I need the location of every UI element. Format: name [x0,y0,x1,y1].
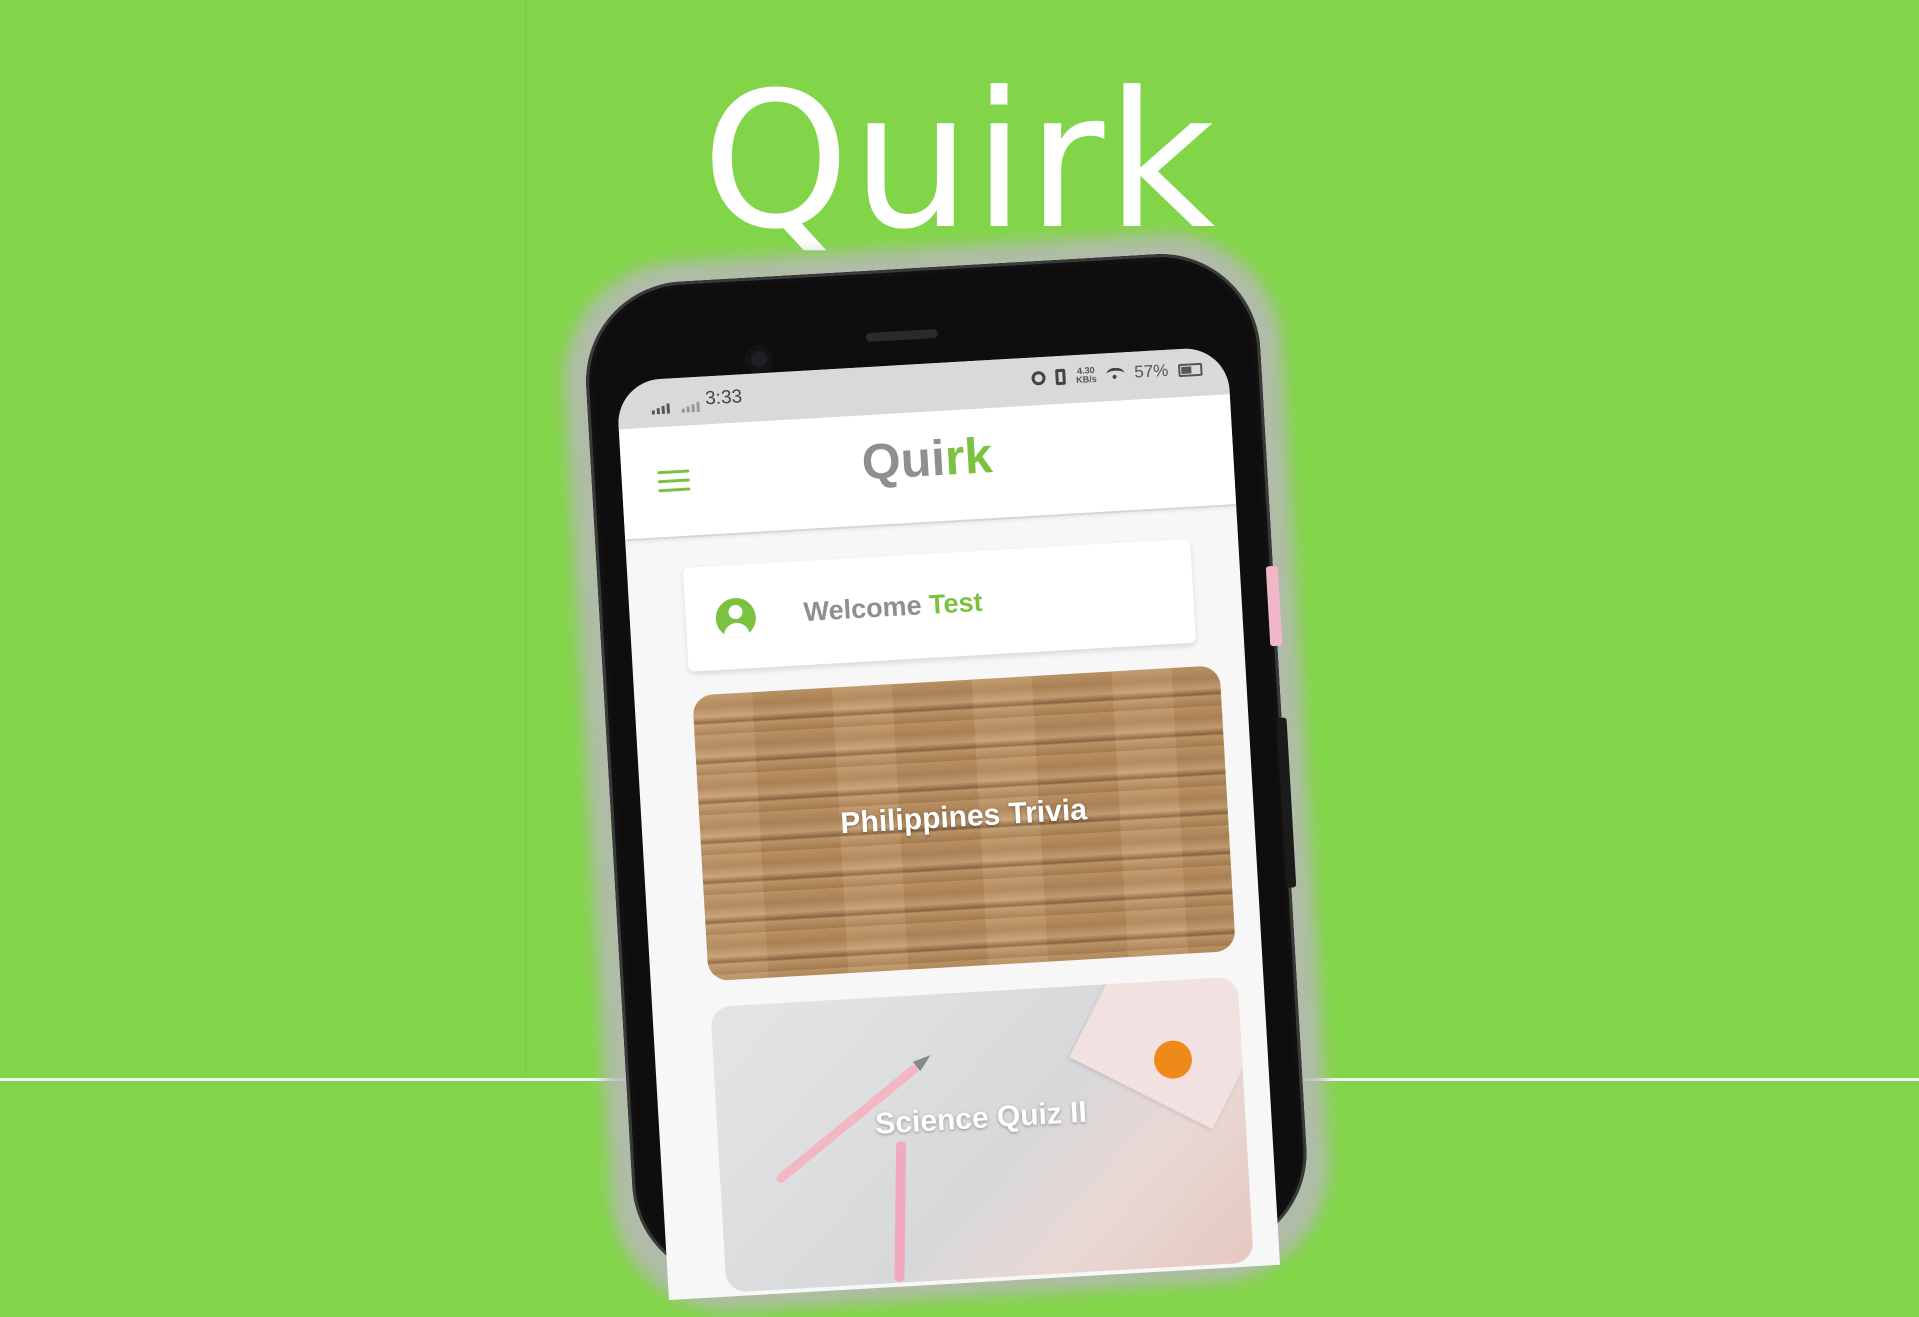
battery-icon [1177,362,1203,377]
hero-title: Quirk [701,52,1218,271]
vibrate-icon [1055,368,1067,386]
status-time: 3:33 [704,386,743,410]
battery-percent: 57% [1133,360,1169,382]
network-speed: 4.30 KB/s [1075,365,1097,386]
earpiece-speaker [865,328,939,343]
alarm-icon [1031,370,1047,386]
front-camera [744,344,774,375]
quiz-card-philippines-trivia[interactable]: Philippines Trivia [692,665,1236,982]
quiz-card-science-quiz-ii[interactable]: Science Quiz II [710,976,1254,1293]
network-speed-unit: KB/s [1075,373,1097,386]
status-icons: 4.30 KB/s 57% [1031,359,1203,389]
quiz-card-title: Science Quiz II [874,1095,1088,1141]
signal-icon [681,401,700,413]
app-logo-part1: Qui [860,429,947,491]
app-logo-part2: rk [943,427,994,486]
quiz-card-title: Philippines Trivia [839,793,1088,841]
pencil-image [894,1141,907,1282]
welcome-user-name: Test [928,586,984,620]
phone-screen: 3:33 4.30 KB/s 57% Quirk Welcome Test Ph… [616,346,1280,1301]
welcome-card: Welcome Test [682,538,1197,672]
user-avatar-icon[interactable] [714,596,757,640]
phone-frame: 3:33 4.30 KB/s 57% Quirk Welcome Test Ph… [580,248,1313,1301]
welcome-greeting: Welcome [802,590,923,628]
phone-mockup: 3:33 4.30 KB/s 57% Quirk Welcome Test Ph… [557,227,1336,1317]
welcome-text: Welcome Test [803,587,984,628]
wifi-icon [1106,367,1125,381]
app-logo: Quirk [620,412,1234,505]
signal-icon [651,403,670,415]
